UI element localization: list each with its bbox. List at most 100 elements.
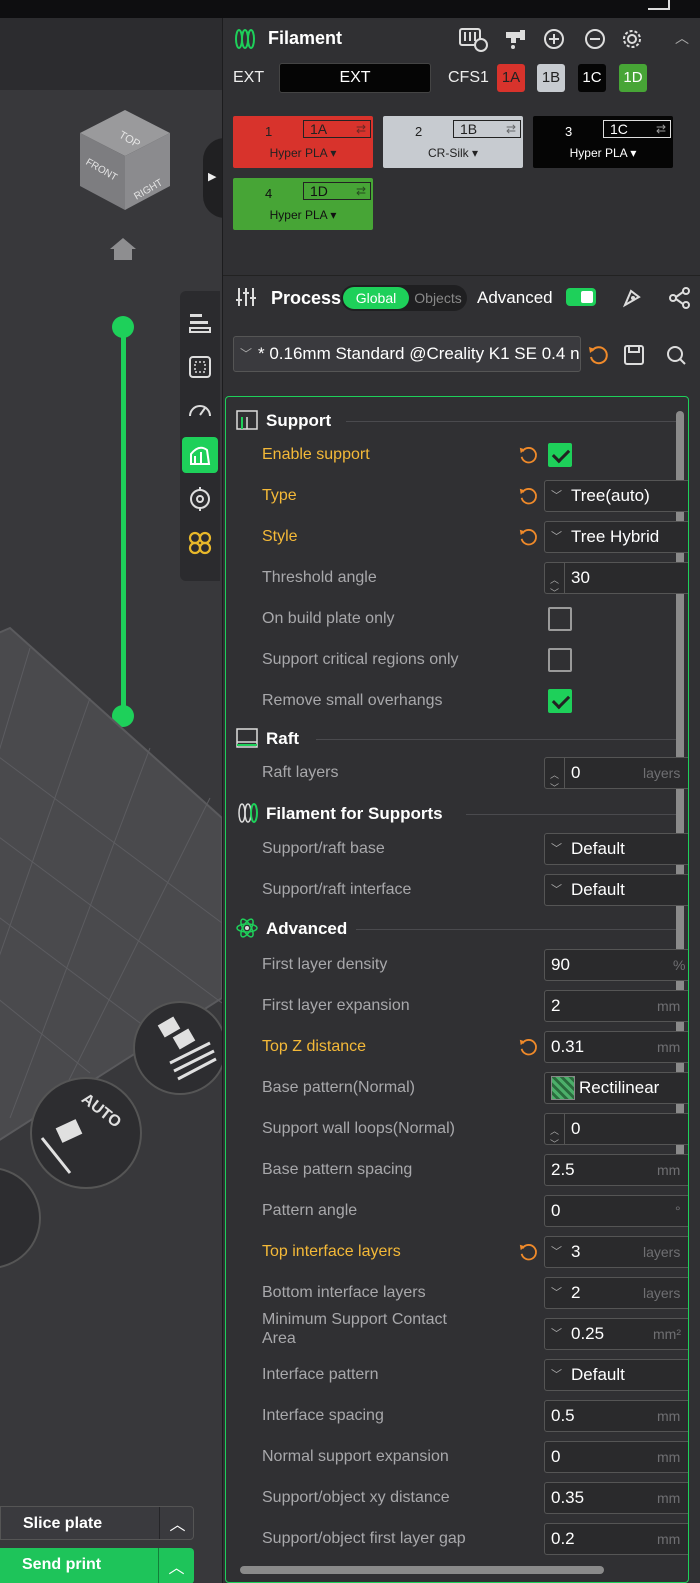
chevron-down-icon: ﹀ [551,843,562,855]
multi-color-icon[interactable] [182,525,218,561]
remove-filament-icon[interactable] [584,28,606,50]
support-object-first-layer-gap-input[interactable]: 0.2 mm [544,1523,688,1555]
add-filament-icon[interactable] [543,28,565,50]
cfs-label: CFS1 [448,69,489,86]
view-cube-icon[interactable]: TOP FRONT RIGHT [70,108,180,228]
process-compare-icon[interactable] [621,287,643,309]
reset-icon[interactable] [518,1037,538,1057]
chevron-down-icon: ﹀ [551,1328,562,1340]
first-layer-density-input[interactable]: 90% [544,949,688,981]
send-print-button[interactable]: Send print ︿ [0,1548,194,1583]
on-build-plate-only-checkbox[interactable] [548,607,572,631]
spin-arrows-icon[interactable]: ︿ ﹀ [545,1114,565,1144]
spool-material-dropdown[interactable]: CR-Silk ▾ [383,146,523,160]
global-objects-toggle: Global Objects [341,285,467,311]
spin-arrows-icon[interactable]: ︿ ﹀ [545,758,565,788]
support-raft-base-dropdown[interactable]: ﹀ Default [544,833,688,865]
chevron-down-icon: ﹀ [551,1369,562,1381]
bottom-interface-layers-dropdown[interactable]: ﹀ 2 layers [544,1277,688,1309]
process-share-icon[interactable] [669,287,691,309]
support-style-dropdown[interactable]: ﹀ Tree Hybrid [544,521,688,553]
interface-spacing-input[interactable]: 0.5 mm [544,1400,688,1432]
speed-gauge-icon[interactable] [182,393,218,429]
filament-spool-4[interactable]: 4 1D ⇄ Hyper PLA ▾ [233,178,373,230]
filament-spool-2[interactable]: 2 1B ⇄ CR-Silk ▾ [383,116,523,168]
reset-icon[interactable] [518,445,538,465]
section-divider [316,739,676,740]
cfs-slot-1d[interactable]: 1D [619,64,647,92]
home-icon[interactable] [108,236,138,262]
enable-support-checkbox[interactable] [548,443,572,467]
setting-support-raft-interface: Support/raft interface ﹀ Default [262,874,688,908]
spool-slot-tag[interactable]: 1D ⇄ [303,182,371,200]
spin-arrows-icon[interactable]: ︿ ﹀ [545,563,565,593]
filament-settings-gear-icon[interactable] [621,28,643,50]
support-object-xy-distance-input[interactable]: 0.35 mm [544,1482,688,1514]
settings-list[interactable]: Support Enable support Type ﹀ Tree(auto) … [225,396,689,1583]
nozzle-flush-icon[interactable] [503,28,527,50]
reset-icon[interactable] [518,1242,538,1262]
viewport-top-strip [0,18,222,90]
reset-icon[interactable] [518,527,538,547]
setting-first-layer-expansion: First layer expansion 2 mm [262,990,688,1024]
horizontal-scrollbar[interactable] [240,1566,604,1574]
layers-view-icon[interactable] [182,305,218,341]
remove-small-overhangs-checkbox[interactable] [548,689,572,713]
unit-label: % [673,957,686,973]
top-z-distance-input[interactable]: 0.31 mm [544,1031,688,1063]
support-wall-loops-spinbox[interactable]: ︿ ﹀ 0 [544,1113,688,1145]
process-title: Process [271,288,342,308]
support-critical-regions-checkbox[interactable] [548,648,572,672]
reset-preset-icon[interactable] [587,344,609,366]
swap-icon: ⇄ [655,122,666,136]
collapse-panel-button[interactable]: ▶ [203,138,222,218]
ext-selector[interactable]: EXT [279,63,431,93]
pattern-angle-input[interactable]: 0 ° [544,1195,688,1227]
process-sliders-icon [236,288,256,306]
min-support-contact-area-dropdown[interactable]: ﹀ 0.25 mm² [544,1318,688,1350]
cfs-sync-icon[interactable] [458,26,488,52]
setting-label: First layer density [262,956,388,973]
spool-material-dropdown[interactable]: Hyper PLA ▾ [233,208,373,222]
support-raft-interface-dropdown[interactable]: ﹀ Default [544,874,688,906]
cfs-slot-1c[interactable]: 1C [578,64,606,92]
layer-slider-top-handle[interactable] [112,316,134,338]
filament-spool-3[interactable]: 3 1C ⇄ Hyper PLA ▾ [533,116,673,168]
base-pattern-spacing-input[interactable]: 2.5 mm [544,1154,688,1186]
advanced-mode-switch[interactable] [566,288,596,306]
slice-options-chevron-up-icon[interactable]: ︿ [159,1507,195,1539]
cfs-slot-1b[interactable]: 1B [537,64,565,92]
tab-objects[interactable]: Objects [411,287,465,309]
spool-slot-tag[interactable]: 1A ⇄ [303,120,371,138]
restore-window-icon[interactable] [648,0,670,10]
search-icon[interactable] [665,344,687,366]
spool-material-dropdown[interactable]: Hyper PLA ▾ [533,146,673,160]
setting-label: Normal support expansion [262,1448,449,1465]
spool-slot-tag[interactable]: 1C ⇄ [603,120,671,138]
section-raft: Raft [236,725,676,753]
slice-plate-button[interactable]: Slice plate ︿ [0,1506,194,1540]
spool-material-dropdown[interactable]: Hyper PLA ▾ [233,146,373,160]
filament-spool-1[interactable]: 1 1A ⇄ Hyper PLA ▾ [233,116,373,168]
cfs-slot-1a[interactable]: 1A [497,64,525,92]
support-type-dropdown[interactable]: ﹀ Tree(auto) [544,480,688,512]
base-pattern-dropdown[interactable]: Rectilinear [544,1072,688,1104]
3d-viewport[interactable]: TOP FRONT RIGHT ▶ AUTO Slice plate ︿ Sen… [0,18,222,1583]
top-interface-layers-dropdown[interactable]: ﹀ 3 layers [544,1236,688,1268]
seam-target-icon[interactable] [182,481,218,517]
spool-slot-tag[interactable]: 1B ⇄ [453,120,521,138]
collapse-filament-chevron-up-icon[interactable]: ︿ [675,28,689,48]
save-preset-icon[interactable] [623,344,645,366]
support-paint-icon[interactable] [182,437,218,473]
tab-global[interactable]: Global [343,287,409,309]
arrange-icon[interactable] [182,349,218,385]
first-layer-expansion-input[interactable]: 2 mm [544,990,688,1022]
normal-support-expansion-input[interactable]: 0 mm [544,1441,688,1473]
interface-pattern-dropdown[interactable]: ﹀ Default [544,1359,688,1391]
process-preset-dropdown[interactable]: ﹀ * 0.16mm Standard @Creality K1 SE 0.4 … [233,336,581,372]
threshold-angle-spinbox[interactable]: ︿ ﹀ 30 [544,562,688,594]
setting-bottom-interface-layers: Bottom interface layers ﹀ 2 layers [262,1277,688,1311]
reset-icon[interactable] [518,486,538,506]
raft-layers-spinbox[interactable]: ︿ ﹀ 0 layers [544,757,688,789]
send-options-chevron-up-icon[interactable]: ︿ [158,1548,194,1583]
